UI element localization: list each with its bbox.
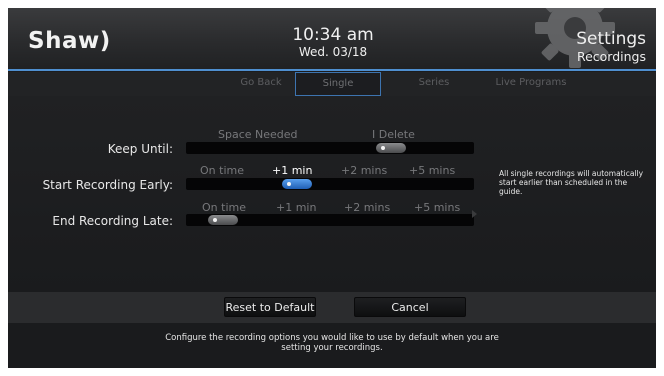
shaw-logo: Shaw) [28, 28, 111, 54]
clock: 10:34 am Wed. 03/18 [278, 26, 388, 60]
help-text-line-1: Configure the recording options you woul… [165, 333, 499, 343]
help-footer: Configure the recording options you woul… [8, 323, 656, 368]
end-late-option-2-mins[interactable]: +2 mins [344, 201, 390, 214]
clock-time: 10:34 am [292, 25, 374, 45]
keep-until-slider[interactable] [186, 142, 474, 154]
start-early-option-1-min[interactable]: +1 min [272, 164, 312, 177]
end-late-slider-knob[interactable] [208, 215, 238, 225]
settings-panel: Keep Until: Space Needed I Delete Start … [8, 96, 656, 292]
clock-date: Wed. 03/18 [298, 45, 368, 59]
reset-to-default-button[interactable]: Reset to Default [224, 297, 316, 317]
page-title: Settings [576, 29, 646, 49]
keep-until-option-i-delete[interactable]: I Delete [372, 128, 415, 141]
end-late-slider[interactable] [186, 214, 474, 226]
keep-until-option-space-needed[interactable]: Space Needed [218, 128, 298, 141]
start-early-label: Start Recording Early: [42, 178, 173, 192]
button-bar: Reset to Default Cancel [8, 292, 656, 323]
end-late-option-on-time[interactable]: On time [202, 201, 246, 214]
setting-description: All single recordings will automatically… [499, 169, 644, 196]
start-early-option-2-mins[interactable]: +2 mins [341, 164, 387, 177]
tab-go-back[interactable]: Go Back [220, 72, 302, 96]
keep-until-label: Keep Until: [107, 142, 173, 156]
start-early-slider[interactable] [186, 178, 474, 190]
tab-single[interactable]: Single [295, 72, 381, 96]
tv-screen: Shaw) 10:34 am Wed. 03/18 Settings Recor… [8, 8, 656, 368]
end-late-option-1-min[interactable]: +1 min [276, 201, 316, 214]
start-early-slider-knob[interactable] [282, 179, 312, 189]
page-subtitle: Recordings [576, 49, 646, 64]
help-text-line-2: setting your recordings. [281, 343, 383, 353]
tab-series[interactable]: Series [393, 72, 475, 96]
header-accent-line [8, 69, 656, 71]
chevron-right-icon [472, 210, 477, 218]
end-late-option-5-mins[interactable]: +5 mins [414, 201, 460, 214]
keep-until-slider-knob[interactable] [376, 143, 406, 153]
end-late-label: End Recording Late: [52, 214, 173, 228]
start-early-option-5-mins[interactable]: +5 mins [409, 164, 455, 177]
page-title-block: Settings Recordings [576, 29, 646, 65]
help-text: Configure the recording options you woul… [68, 333, 596, 353]
start-early-option-on-time[interactable]: On time [200, 164, 244, 177]
cancel-button[interactable]: Cancel [354, 297, 466, 317]
header-bar: Shaw) 10:34 am Wed. 03/18 Settings Recor… [8, 8, 656, 70]
tab-live-programs[interactable]: Live Programs [482, 72, 580, 96]
tab-bar: Go Back Single Series Live Programs [8, 72, 656, 96]
